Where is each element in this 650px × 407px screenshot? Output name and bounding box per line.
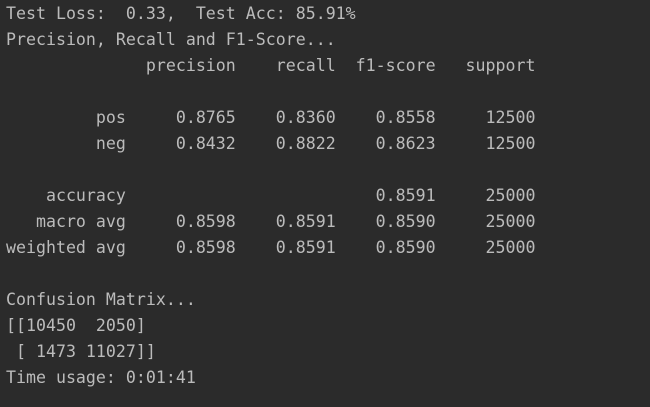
report-header-line: precision recall f1-score support <box>6 56 536 75</box>
confusion-row-2-line: [ 1473 11027]] <box>6 342 156 361</box>
time-usage-line: Time usage: 0:01:41 <box>6 368 196 387</box>
neg-row-line: neg 0.8432 0.8822 0.8623 12500 <box>6 134 536 153</box>
accuracy-row-line: accuracy 0.8591 25000 <box>6 186 536 205</box>
macro-avg-row-line: macro avg 0.8598 0.8591 0.8590 25000 <box>6 212 536 231</box>
test-loss-line: Test Loss: 0.33, Test Acc: 85.91% <box>6 4 356 23</box>
confusion-title-line: Confusion Matrix... <box>6 290 196 309</box>
confusion-row-1-line: [[10450 2050] <box>6 316 146 335</box>
console-output: Test Loss: 0.33, Test Acc: 85.91% Precis… <box>0 0 650 407</box>
pos-row-line: pos 0.8765 0.8360 0.8558 12500 <box>6 108 536 127</box>
report-title-line: Precision, Recall and F1-Score... <box>6 30 336 49</box>
weighted-avg-row-line: weighted avg 0.8598 0.8591 0.8590 25000 <box>6 238 536 257</box>
